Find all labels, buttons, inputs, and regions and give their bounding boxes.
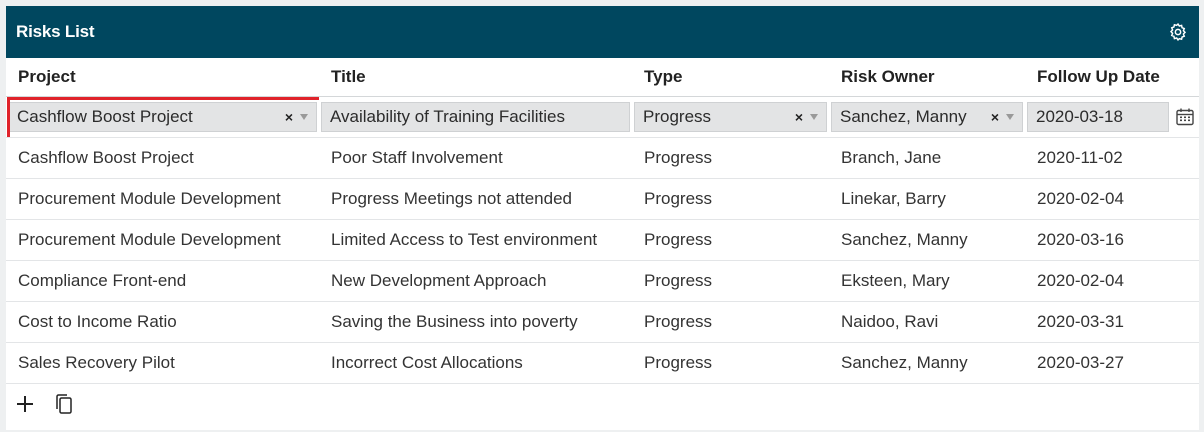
owner-clear-icon[interactable]: × (991, 109, 999, 125)
column-header-type[interactable]: Type (632, 58, 829, 97)
type-cell: Progress (632, 301, 829, 343)
title-cell: New Development Approach (319, 260, 632, 302)
project-clear-icon[interactable]: × (285, 109, 293, 125)
table-header-row: Project Title Type Risk Owner Follow Up … (6, 58, 1199, 97)
title-cell: Saving the Business into poverty (319, 301, 632, 343)
type-cell: Progress (632, 260, 829, 302)
table-row[interactable]: Procurement Module Development Progress M… (6, 178, 1199, 220)
title-cell: Progress Meetings not attended (319, 178, 632, 220)
chevron-down-icon[interactable] (1006, 113, 1014, 120)
date-cell: 2020-02-04 (1025, 178, 1199, 220)
column-header-project[interactable]: Project (6, 58, 319, 97)
risks-list-panel: Risks List Project Title Type Risk Owner… (6, 6, 1199, 430)
chevron-down-icon[interactable] (300, 113, 308, 120)
date-cell: 2020-11-02 (1025, 137, 1199, 179)
type-cell: Progress (632, 137, 829, 179)
type-cell: Progress (632, 178, 829, 220)
owner-cell: Sanchez, Manny (829, 342, 1025, 384)
column-header-title[interactable]: Title (319, 58, 632, 97)
title-cell: Poor Staff Involvement (319, 137, 632, 179)
panel-title: Risks List (16, 22, 95, 41)
title-cell: Limited Access to Test environment (319, 219, 632, 261)
title-cell: Incorrect Cost Allocations (319, 342, 632, 384)
column-header-follow-up-date[interactable]: Follow Up Date (1025, 58, 1199, 97)
date-input[interactable]: 2020-03-18 (1027, 101, 1169, 132)
project-select-value: Cashflow Boost Project (17, 106, 193, 126)
table-footer (6, 384, 1199, 424)
type-cell: Progress (632, 342, 829, 384)
project-cell: Cashflow Boost Project (6, 137, 319, 179)
owner-cell: Eksteen, Mary (829, 260, 1025, 302)
date-cell: 2020-03-31 (1025, 301, 1199, 343)
calendar-icon[interactable] (1173, 107, 1197, 127)
title-cell-edit: Availability of Training Facilities (319, 96, 632, 138)
owner-select[interactable]: Sanchez, Manny × (831, 101, 1023, 132)
edit-row: Cashflow Boost Project × Availability of… (6, 96, 1199, 138)
date-input-value: 2020-03-18 (1036, 106, 1123, 126)
table-row[interactable]: Sales Recovery Pilot Incorrect Cost Alloc… (6, 342, 1199, 384)
project-cell: Cost to Income Ratio (6, 301, 319, 343)
type-select-value: Progress (643, 106, 712, 126)
owner-cell: Naidoo, Ravi (829, 301, 1025, 343)
project-select[interactable]: Cashflow Boost Project × (8, 101, 317, 132)
owner-cell: Branch, Jane (829, 137, 1025, 179)
table-row[interactable]: Cost to Income Ratio Saving the Business … (6, 301, 1199, 343)
risks-table: Project Title Type Risk Owner Follow Up … (6, 58, 1199, 384)
date-cell-edit: 2020-03-18 (1025, 96, 1199, 138)
date-cell: 2020-03-27 (1025, 342, 1199, 384)
project-cell: Compliance Front-end (6, 260, 319, 302)
table-row[interactable]: Procurement Module Development Limited Ac… (6, 219, 1199, 261)
date-cell: 2020-02-04 (1025, 260, 1199, 302)
chevron-down-icon[interactable] (810, 113, 818, 120)
column-header-risk-owner[interactable]: Risk Owner (829, 58, 1025, 97)
panel-header: Risks List (6, 6, 1199, 58)
type-clear-icon[interactable]: × (795, 109, 803, 125)
project-cell-edit: Cashflow Boost Project × (6, 96, 319, 138)
type-cell-edit: Progress × (632, 96, 829, 138)
project-cell: Sales Recovery Pilot (6, 342, 319, 384)
plus-icon[interactable] (16, 395, 34, 413)
table-row[interactable]: Cashflow Boost Project Poor Staff Involve… (6, 137, 1199, 179)
type-select[interactable]: Progress × (634, 101, 827, 132)
owner-select-value: Sanchez, Manny (840, 106, 967, 126)
owner-cell: Sanchez, Manny (829, 219, 1025, 261)
copy-icon[interactable] (54, 393, 74, 415)
title-input[interactable]: Availability of Training Facilities (321, 101, 630, 132)
title-input-value: Availability of Training Facilities (330, 106, 565, 126)
table-row[interactable]: Compliance Front-end New Development Appr… (6, 260, 1199, 302)
owner-cell-edit: Sanchez, Manny × (829, 96, 1025, 138)
date-cell: 2020-03-16 (1025, 219, 1199, 261)
owner-cell: Linekar, Barry (829, 178, 1025, 220)
project-cell: Procurement Module Development (6, 178, 319, 220)
gear-icon[interactable] (1167, 21, 1189, 43)
type-cell: Progress (632, 219, 829, 261)
project-cell: Procurement Module Development (6, 219, 319, 261)
